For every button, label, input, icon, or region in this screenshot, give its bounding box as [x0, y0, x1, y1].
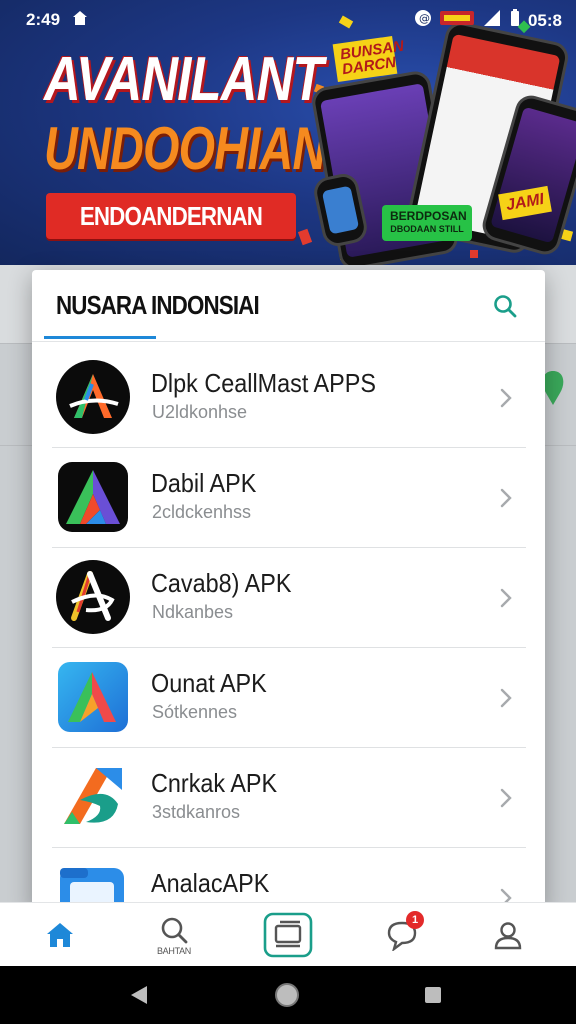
nav-home[interactable]	[20, 903, 100, 967]
banner-tag-2-label: BERDPOSAN	[390, 209, 467, 223]
search-button[interactable]	[487, 288, 523, 324]
chevron-right-icon	[500, 388, 512, 408]
media-notification-icon	[439, 9, 474, 32]
home-system-button[interactable]	[272, 980, 302, 1010]
chevron-right-icon	[500, 788, 512, 808]
nav-search-label: BAHTAN	[156, 945, 192, 956]
user-icon	[494, 922, 522, 950]
library-icon	[263, 912, 313, 958]
list-item[interactable]: AnalacAPK	[52, 848, 526, 910]
banner-headline-primary: AVANILANT	[44, 45, 324, 114]
title-underline	[44, 336, 156, 339]
white-a-swirl-icon	[56, 560, 130, 634]
recents-square-icon	[425, 987, 441, 1003]
battery-icon	[510, 9, 520, 32]
modal-title: NUSARA INDONSIAI	[56, 290, 292, 321]
app-name: Dlpk CeallMast APPS	[151, 368, 401, 399]
nav-notifications[interactable]: 1	[362, 903, 442, 967]
chevron-right-icon	[500, 688, 512, 708]
modal-title-text: NUSARA INDONSIAI	[56, 290, 260, 320]
nav-search[interactable]: BAHTAN	[134, 903, 214, 967]
svg-text:@: @	[419, 12, 430, 25]
list-item[interactable]: Ounat APK Sótkennes	[52, 648, 526, 748]
banner-cta-button[interactable]: ENDOANDERNAN	[46, 193, 296, 239]
status-bar: 2:49 @ 05:8	[0, 0, 576, 38]
list-item[interactable]: Cnrkak APK 3stdkanros	[52, 748, 526, 848]
app-name: AnalacAPK	[151, 868, 283, 899]
app-name-text: Cavab8) APK	[151, 568, 292, 598]
app-subtitle: 3stdkanros	[152, 802, 241, 822]
signal-icon	[482, 10, 502, 31]
banner-tag-2: BERDPOSAN DBODAAN STILL	[382, 205, 472, 241]
nav-profile[interactable]	[468, 903, 548, 967]
app-name-text: AnalacAPK	[151, 868, 270, 898]
list-item[interactable]: Dabil APK 2cldckenhss	[52, 448, 526, 548]
status-clock: 05:8	[527, 10, 562, 30]
back-button[interactable]	[124, 980, 154, 1010]
app-notification-icon: @	[414, 9, 432, 32]
blue-a-logo-icon	[58, 662, 128, 732]
banner-headline-secondary: UNDOOHIAN	[44, 115, 326, 182]
app-subtitle: U2ldkonhse	[152, 402, 248, 422]
app-name: Ounat APK	[151, 668, 280, 699]
search-icon	[494, 295, 517, 318]
home-status-icon	[72, 10, 88, 31]
home-circle-icon	[275, 983, 299, 1007]
search-icon	[161, 917, 188, 943]
app-name: Dabil APK	[151, 468, 268, 499]
app-subtitle: Ndkanbes	[152, 602, 234, 622]
app-name: Cavab8) APK	[151, 568, 307, 599]
orange-teal-swirl-icon	[62, 768, 122, 826]
status-time: 2:49	[26, 10, 61, 29]
system-navigation-bar	[0, 966, 576, 1024]
bottom-navigation: BAHTAN 1	[0, 902, 576, 966]
status-icons: @ 05:8	[414, 9, 562, 32]
modal-header: NUSARA INDONSIAI	[32, 270, 545, 342]
app-name-text: Ounat APK	[151, 668, 267, 698]
back-triangle-icon	[131, 986, 147, 1004]
app-subtitle: Sótkennes	[152, 702, 238, 722]
recents-button[interactable]	[418, 980, 448, 1010]
banner-tag-2-sublabel: DBODAAN STILL	[390, 224, 464, 234]
app-name-text: Dlpk CeallMast APPS	[151, 368, 376, 398]
chevron-right-icon	[500, 488, 512, 508]
list-item[interactable]: Cavab8) APK Ndkanbes	[52, 548, 526, 648]
app-subtitle: 2cldckenhss	[152, 502, 252, 522]
app-name-text: Dabil APK	[151, 468, 257, 498]
chevron-right-icon	[500, 588, 512, 608]
nav-library[interactable]	[248, 903, 328, 967]
notification-badge: 1	[406, 911, 424, 929]
app-name: Cnrkak APK	[151, 768, 291, 799]
banner-cta-label: ENDOANDERNAN	[79, 200, 263, 231]
promo-banner[interactable]: 2:49 @ 05:8 AVANILANT UNDOOHIAN ENDOANDE…	[0, 0, 576, 265]
list-item[interactable]: Dlpk CeallMast APPS U2ldkonhse	[52, 348, 526, 448]
black-a-logo-icon	[56, 360, 130, 434]
gradient-a-logo-icon	[58, 462, 128, 532]
app-name-text: Cnrkak APK	[151, 768, 278, 798]
app-list-modal: NUSARA INDONSIAI Dlpk CeallMast APPS U2l…	[32, 270, 545, 910]
home-icon	[47, 923, 73, 947]
